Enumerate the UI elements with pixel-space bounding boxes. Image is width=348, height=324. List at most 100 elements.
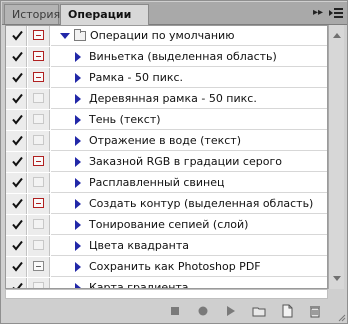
play-icon[interactable] [222, 303, 238, 319]
action-cell[interactable]: Заказной RGB в градации серого [51, 152, 327, 172]
expand-right-icon[interactable] [75, 220, 81, 230]
dialog-toggle-icon[interactable] [33, 156, 44, 166]
dialog-toggle-icon[interactable] [33, 261, 44, 271]
checkmark-icon[interactable] [12, 156, 23, 167]
toggle-item-cell[interactable] [6, 236, 27, 256]
stop-icon[interactable] [167, 303, 183, 319]
action-row[interactable]: Тень (текст) [6, 110, 327, 131]
action-row[interactable]: Карта градиента [6, 278, 327, 289]
toggle-item-cell[interactable] [6, 215, 27, 235]
action-cell[interactable]: Виньетка (выделенная область) [51, 47, 327, 67]
action-cell[interactable]: Рамка - 50 пикс. [51, 68, 327, 88]
collapse-panel-icon[interactable]: ▸▸ [313, 6, 323, 20]
scroll-down-icon[interactable] [333, 276, 341, 281]
tab-actions[interactable]: Операции [60, 4, 149, 25]
action-cell[interactable]: Цвета квадранта [51, 236, 327, 256]
toggle-dialog-cell[interactable] [28, 278, 50, 288]
checkmark-icon[interactable] [12, 240, 23, 251]
horizontal-scrollbar[interactable] [5, 289, 328, 299]
toggle-dialog-cell[interactable] [28, 257, 50, 277]
dialog-toggle-empty-icon[interactable] [33, 177, 44, 187]
expand-right-icon[interactable] [75, 241, 81, 251]
toggle-dialog-cell[interactable] [28, 68, 50, 88]
action-cell[interactable]: Сохранить как Photoshop PDF [51, 257, 327, 277]
toggle-item-cell[interactable] [6, 194, 27, 214]
action-row[interactable]: Отражение в воде (текст) [6, 131, 327, 152]
toggle-item-cell[interactable] [6, 89, 27, 109]
dialog-toggle-empty-icon[interactable] [33, 93, 44, 103]
expand-right-icon[interactable] [75, 178, 81, 188]
dialog-toggle-empty-icon[interactable] [33, 219, 44, 229]
checkmark-icon[interactable] [12, 72, 23, 83]
action-row[interactable]: Рамка - 50 пикс. [6, 68, 327, 89]
vertical-scrollbar[interactable] [328, 25, 344, 289]
expand-right-icon[interactable] [75, 262, 81, 272]
toggle-item-cell[interactable] [6, 110, 27, 130]
new-action-icon[interactable] [279, 303, 295, 319]
toggle-dialog-cell[interactable] [28, 173, 50, 193]
action-set-cell[interactable]: Операции по умолчанию [51, 26, 327, 46]
dialog-toggle-icon[interactable] [33, 72, 44, 82]
action-cell[interactable]: Отражение в воде (текст) [51, 131, 327, 151]
expand-right-icon[interactable] [75, 199, 81, 209]
action-cell[interactable]: Тень (текст) [51, 110, 327, 130]
toggle-dialog-cell[interactable] [28, 215, 50, 235]
action-row[interactable]: Сохранить как Photoshop PDF [6, 257, 327, 278]
action-cell[interactable]: Создать контур (выделенная область) [51, 194, 327, 214]
expand-right-icon[interactable] [75, 52, 81, 62]
checkmark-icon[interactable] [12, 198, 23, 209]
toggle-item-cell[interactable] [6, 26, 27, 46]
toggle-dialog-cell[interactable] [28, 110, 50, 130]
toggle-item-cell[interactable] [6, 68, 27, 88]
resize-grip-icon[interactable] [336, 312, 346, 322]
scroll-up-icon[interactable] [333, 33, 341, 38]
toggle-item-cell[interactable] [6, 152, 27, 172]
action-cell[interactable]: Деревянная рамка - 50 пикс. [51, 89, 327, 109]
toggle-dialog-cell[interactable] [28, 152, 50, 172]
expand-right-icon[interactable] [75, 136, 81, 146]
action-row[interactable]: Виньетка (выделенная область) [6, 47, 327, 68]
delete-icon[interactable] [307, 303, 323, 319]
toggle-dialog-cell[interactable] [28, 194, 50, 214]
checkmark-icon[interactable] [12, 114, 23, 125]
dialog-toggle-icon[interactable] [33, 30, 44, 40]
toggle-item-cell[interactable] [6, 257, 27, 277]
checkmark-icon[interactable] [12, 135, 23, 146]
toggle-dialog-cell[interactable] [28, 236, 50, 256]
checkmark-icon[interactable] [12, 93, 23, 104]
dialog-toggle-empty-icon[interactable] [33, 114, 44, 124]
toggle-dialog-cell[interactable] [28, 47, 50, 67]
checkmark-icon[interactable] [12, 282, 23, 289]
panel-menu-icon[interactable] [329, 7, 343, 19]
dialog-toggle-icon[interactable] [33, 51, 44, 61]
checkmark-icon[interactable] [12, 261, 23, 272]
toggle-item-cell[interactable] [6, 173, 27, 193]
action-row[interactable]: Заказной RGB в градации серого [6, 152, 327, 173]
expand-right-icon[interactable] [75, 115, 81, 125]
expand-right-icon[interactable] [75, 157, 81, 167]
toggle-item-cell[interactable] [6, 278, 27, 289]
action-row[interactable]: Цвета квадранта [6, 236, 327, 257]
action-row[interactable]: Деревянная рамка - 50 пикс. [6, 89, 327, 110]
expand-down-icon[interactable] [60, 33, 70, 39]
dialog-toggle-empty-icon[interactable] [33, 135, 44, 145]
checkmark-icon[interactable] [12, 177, 23, 188]
expand-right-icon[interactable] [75, 94, 81, 104]
action-row[interactable]: Тонирование сепией (слой) [6, 215, 327, 236]
action-set-row[interactable]: Операции по умолчанию [6, 26, 327, 47]
action-row[interactable]: Создать контур (выделенная область) [6, 194, 327, 215]
toggle-dialog-cell[interactable] [28, 89, 50, 109]
dialog-toggle-empty-icon[interactable] [33, 282, 44, 288]
tab-history[interactable]: История [4, 4, 60, 24]
expand-right-icon[interactable] [75, 73, 81, 83]
toggle-item-cell[interactable] [6, 131, 27, 151]
action-row[interactable]: Расплавленный свинец [6, 173, 327, 194]
dialog-toggle-icon[interactable] [33, 198, 44, 208]
checkmark-icon[interactable] [12, 219, 23, 230]
action-cell[interactable]: Тонирование сепией (слой) [51, 215, 327, 235]
checkmark-icon[interactable] [12, 30, 23, 41]
toggle-dialog-cell[interactable] [28, 131, 50, 151]
action-cell[interactable]: Карта градиента [51, 278, 327, 288]
toggle-dialog-cell[interactable] [28, 26, 50, 46]
toggle-item-cell[interactable] [6, 47, 27, 67]
